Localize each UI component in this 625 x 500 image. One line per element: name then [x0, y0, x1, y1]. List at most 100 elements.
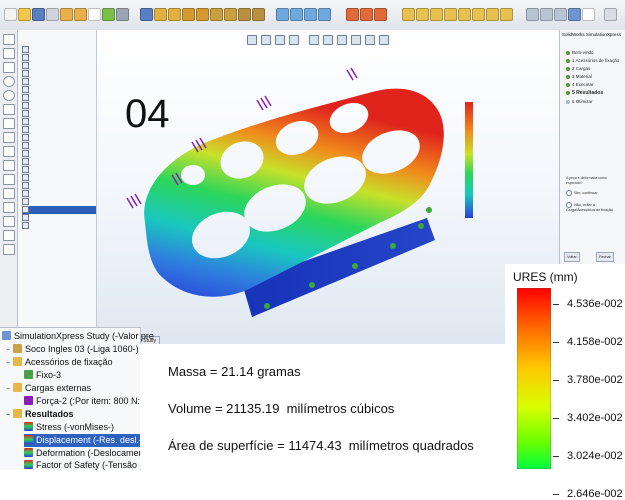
sketch-icon[interactable] [140, 8, 153, 21]
options-icon[interactable] [116, 8, 129, 21]
save-icon[interactable] [32, 8, 45, 21]
point-tool-icon[interactable] [3, 132, 15, 143]
trim-tool-icon[interactable] [3, 146, 15, 157]
step-material[interactable]: 3 Material [566, 74, 592, 79]
pattern-icon[interactable] [238, 8, 251, 21]
tree-row[interactable] [22, 150, 96, 158]
tree-item-force[interactable]: Força-2 (:Por item: 800 N:) [24, 395, 143, 408]
tree-row[interactable] [22, 182, 96, 190]
graphics-viewport[interactable]: 04 Study [97, 30, 559, 350]
tree-row-selected[interactable] [22, 206, 96, 214]
redo-icon[interactable] [74, 8, 87, 21]
select-icon[interactable] [88, 8, 101, 21]
mirror-icon[interactable] [252, 8, 265, 21]
tree-row[interactable] [22, 94, 96, 102]
expand-icon[interactable]: − [6, 357, 12, 370]
circle-tool-icon[interactable] [3, 76, 15, 87]
revolve-icon[interactable] [168, 8, 181, 21]
step-results[interactable]: 5 Resultados [566, 90, 603, 96]
deformed-part-model[interactable] [97, 30, 559, 350]
sheet-metal-icon[interactable] [346, 8, 359, 21]
photoview-icon[interactable] [486, 8, 499, 21]
help-icon[interactable] [568, 8, 581, 21]
rebuild-icon[interactable] [102, 8, 115, 21]
tree-item-factor-of-safety[interactable]: Factor of Safety (-Tensão de [24, 459, 150, 470]
toolbox-icon[interactable] [500, 8, 513, 21]
undo-icon[interactable] [60, 8, 73, 21]
polygon-tool-icon[interactable] [3, 104, 15, 115]
rib-icon[interactable] [224, 8, 237, 21]
print-icon[interactable] [46, 8, 59, 21]
tree-row[interactable] [22, 198, 96, 206]
open-folder-icon[interactable] [18, 8, 31, 21]
mass-properties-icon[interactable] [416, 8, 429, 21]
tree-row[interactable] [22, 134, 96, 142]
back-button[interactable]: Voltar [564, 252, 580, 262]
search-icon[interactable] [582, 8, 595, 21]
measure-icon[interactable] [402, 8, 415, 21]
step-loads[interactable]: 2 Cargas [566, 66, 590, 71]
shell-icon[interactable] [210, 8, 223, 21]
tree-item-loads[interactable]: − Cargas externas [6, 382, 91, 395]
spline-tool-icon[interactable] [3, 118, 15, 129]
sweep-icon[interactable] [304, 8, 317, 21]
surface-icon[interactable] [276, 8, 289, 21]
fillet-tool-icon[interactable] [3, 230, 15, 241]
simulation-icon[interactable] [444, 8, 457, 21]
tree-row[interactable] [22, 142, 96, 150]
tree-row[interactable] [22, 222, 96, 230]
display-style-icon[interactable] [540, 8, 553, 21]
tree-row[interactable] [22, 126, 96, 134]
text-tool-icon[interactable] [3, 244, 15, 255]
chamfer-icon[interactable] [196, 8, 209, 21]
window-icon[interactable] [554, 8, 567, 21]
appearance-icon[interactable] [472, 8, 485, 21]
tree-row[interactable] [22, 54, 96, 62]
tree-row[interactable] [22, 214, 96, 222]
tree-item-results[interactable]: − Resultados [6, 408, 74, 421]
tree-item-stress[interactable]: Stress (-vonMises-) [24, 421, 114, 434]
arc-tool-icon[interactable] [3, 90, 15, 101]
step-welcome[interactable]: Bem-vindo [566, 50, 594, 55]
tree-item-fixed[interactable]: Fixo-3 [24, 369, 61, 382]
tree-row[interactable] [22, 110, 96, 118]
step-fixtures[interactable]: 1 Acessórios de fixação [566, 58, 619, 63]
tree-row[interactable] [22, 118, 96, 126]
view-orient-icon[interactable] [526, 8, 539, 21]
tree-row[interactable] [22, 86, 96, 94]
tree-row[interactable] [22, 78, 96, 86]
step-run[interactable]: 4 Executar [566, 82, 594, 87]
tree-item-fixtures[interactable]: − Acessórios de fixação [6, 356, 113, 369]
offset-tool-icon[interactable] [3, 160, 15, 171]
tree-row[interactable] [22, 166, 96, 174]
relation-tool-icon[interactable] [3, 188, 15, 199]
tree-row[interactable] [22, 158, 96, 166]
option-no[interactable]: Não, voltar a Carga/Acessórios de fixaçã… [566, 202, 622, 213]
dimension-tool-icon[interactable] [3, 174, 15, 185]
extrude-icon[interactable] [154, 8, 167, 21]
tree-row[interactable] [22, 62, 96, 70]
tree-row[interactable] [22, 46, 96, 54]
tree-item-displacement[interactable]: Displacement (-Res. desl.-) [24, 434, 148, 447]
mirror-tool-icon[interactable] [3, 202, 15, 213]
mold-icon[interactable] [374, 8, 387, 21]
tree-row[interactable] [22, 174, 96, 182]
tree-row[interactable] [22, 190, 96, 198]
rectangle-tool-icon[interactable] [3, 62, 15, 73]
pattern-tool-icon[interactable] [3, 216, 15, 227]
new-file-icon[interactable] [4, 8, 17, 21]
section-view-icon[interactable] [430, 8, 443, 21]
tree-row[interactable] [22, 70, 96, 78]
sketch-tool-icon[interactable] [3, 34, 15, 45]
ruled-surface-icon[interactable] [318, 8, 331, 21]
loft-icon[interactable] [290, 8, 303, 21]
tree-item-study[interactable]: SimulationXpress Study (-Valor pre [2, 330, 154, 343]
option-yes[interactable]: Sim, continuar [566, 190, 598, 196]
fillet-icon[interactable] [182, 8, 195, 21]
close-icon[interactable] [604, 8, 617, 21]
close-button[interactable]: Fechar [596, 252, 614, 262]
expand-icon[interactable]: − [6, 383, 12, 396]
expand-icon[interactable]: − [6, 409, 12, 422]
flow-icon[interactable] [458, 8, 471, 21]
line-tool-icon[interactable] [3, 48, 15, 59]
